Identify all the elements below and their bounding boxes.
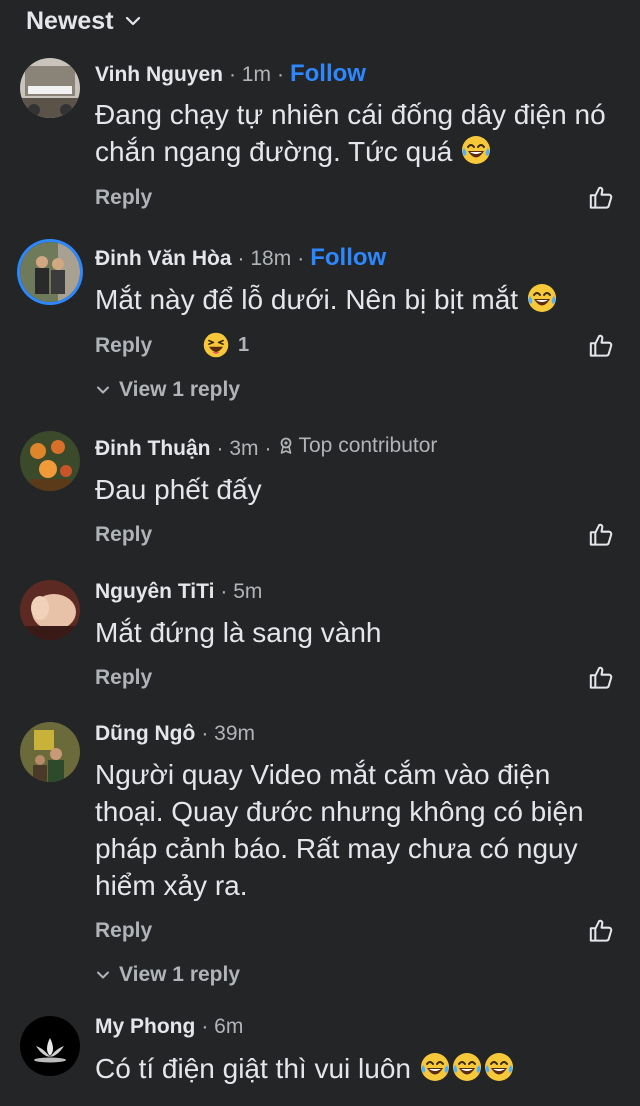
laughing-crying-emoji-icon xyxy=(483,1051,515,1083)
comment-text: Đang chạy tự nhiên cái đống dây điện nó … xyxy=(95,99,606,167)
avatar-image xyxy=(20,58,80,118)
timestamp: · 39m xyxy=(201,722,255,745)
chevron-down-icon xyxy=(125,16,140,26)
sort-dropdown[interactable]: Newest xyxy=(26,4,142,38)
avatar[interactable] xyxy=(20,1016,80,1076)
avatar-image xyxy=(20,242,80,302)
author-name[interactable]: Nguyên TiTi xyxy=(95,580,214,604)
avatar-image xyxy=(20,1016,80,1076)
avatar-image xyxy=(20,722,80,782)
view-replies-button[interactable]: View 1 reply xyxy=(95,963,240,987)
chevron-down-icon xyxy=(97,386,109,394)
author-name[interactable]: My Phong xyxy=(95,1015,195,1039)
reply-button[interactable]: Reply xyxy=(95,334,152,358)
like-icon[interactable] xyxy=(588,332,615,359)
separator: · xyxy=(264,437,272,460)
top-contributor-badge: Top contributor xyxy=(278,434,437,458)
comment-text: Mắt này để lỗ dưới. Nên bị bịt mắt xyxy=(95,281,615,318)
laughing-crying-emoji-icon xyxy=(451,1051,483,1083)
view-replies-label: View 1 reply xyxy=(119,378,241,401)
reply-button[interactable]: Reply xyxy=(95,523,152,547)
reply-button[interactable]: Reply xyxy=(95,186,152,210)
laughing-crying-emoji-icon xyxy=(460,134,492,166)
avatar-image xyxy=(20,431,80,491)
chevron-down-icon xyxy=(97,971,109,979)
comment-text: Mắt đứng là sang vành xyxy=(95,617,382,648)
avatar-image xyxy=(20,580,80,640)
like-icon[interactable] xyxy=(588,917,615,944)
laughing-emoji-icon xyxy=(526,282,558,314)
view-replies-button[interactable]: View 1 reply xyxy=(95,378,240,402)
separator: · xyxy=(276,63,284,86)
author-name[interactable]: Đinh Văn Hòa xyxy=(95,247,232,271)
timestamp: · 18m xyxy=(237,247,292,270)
separator: · xyxy=(297,247,305,270)
avatar[interactable] xyxy=(20,580,80,640)
follow-button[interactable]: Follow xyxy=(310,244,386,272)
avatar[interactable] xyxy=(20,722,80,782)
reaction-count: 1 xyxy=(238,333,250,356)
like-icon[interactable] xyxy=(588,664,615,691)
timestamp: · 3m xyxy=(216,437,259,460)
avatar[interactable] xyxy=(20,431,80,491)
haha-reaction-icon xyxy=(203,332,229,358)
author-name[interactable]: Vinh Nguyen xyxy=(95,63,223,87)
timestamp: · 6m xyxy=(201,1015,244,1038)
follow-button[interactable]: Follow xyxy=(290,60,366,88)
laughing-crying-emoji-icon xyxy=(419,1051,451,1083)
reaction-summary[interactable]: 1 xyxy=(202,331,249,359)
like-icon[interactable] xyxy=(588,184,615,211)
reply-button[interactable]: Reply xyxy=(95,919,152,943)
timestamp: · 5m xyxy=(220,580,263,603)
contributor-badge-icon xyxy=(280,437,291,454)
view-replies-label: View 1 reply xyxy=(119,963,241,986)
author-name[interactable]: Dũng Ngô xyxy=(95,722,195,746)
comment-text: Người quay Video mắt cắm vào điện thoại.… xyxy=(95,759,584,901)
avatar[interactable] xyxy=(20,242,80,302)
sort-label: Newest xyxy=(26,6,114,35)
comment-text: Đau phết đấy xyxy=(95,474,262,505)
timestamp: · 1m xyxy=(228,63,271,86)
comment-text: Có tí điện giật thì vui luôn xyxy=(95,1050,615,1087)
like-icon[interactable] xyxy=(588,521,615,548)
avatar[interactable] xyxy=(20,58,80,118)
author-name[interactable]: Đinh Thuận xyxy=(95,437,210,461)
reply-button[interactable]: Reply xyxy=(95,666,152,690)
